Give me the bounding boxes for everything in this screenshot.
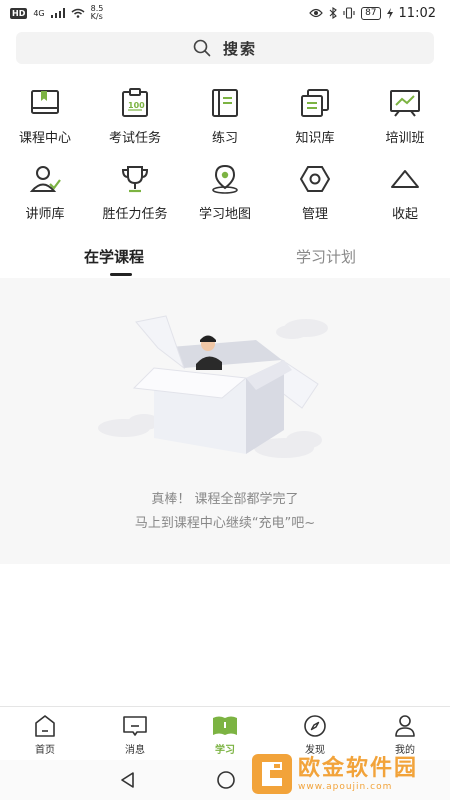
hexagon-nut-icon — [298, 162, 332, 196]
empty-state: 真棒！ 课程全部都学完了 马上到课程中心继续“充电”吧~ — [0, 278, 450, 564]
grid-item-label: 课程中心 — [18, 131, 71, 146]
exam-clipboard-icon: 100 — [118, 86, 152, 120]
tab-learning-plan[interactable]: 学习计划 — [296, 246, 356, 267]
eye-icon — [309, 8, 323, 18]
grid-item-knowledge-base[interactable]: 知识库 — [270, 84, 360, 160]
nav-label: 首页 — [35, 745, 55, 756]
grid-item-training-class[interactable]: 培训班 — [360, 84, 450, 160]
collapse-triangle-icon — [388, 162, 422, 196]
compass-icon — [302, 713, 328, 739]
grid-item-label: 考试任务 — [108, 131, 161, 146]
signal-label: 4G — [33, 8, 45, 18]
net-speed: 8.5 K/s — [91, 5, 104, 21]
cell-signal-icon — [50, 8, 65, 18]
watermark-logo — [252, 754, 292, 794]
hd-badge: HD — [10, 7, 28, 19]
empty-message-line1: 真棒！ 课程全部都学完了 — [151, 492, 299, 507]
grid-item-label: 收起 — [391, 207, 418, 222]
battery-level: 87 — [361, 6, 381, 20]
watermark: 欧金软件园 www.apoujin.com — [250, 748, 450, 800]
study-book-icon — [212, 713, 238, 739]
charging-icon — [386, 7, 393, 19]
status-bar: HD 4G 8.5 K/s 87 11:02 — [0, 0, 450, 26]
grid-item-management[interactable]: 管理 — [270, 160, 360, 228]
back-icon[interactable] — [116, 768, 140, 792]
grid-item-learning-map[interactable]: 学习地图 — [180, 160, 270, 228]
function-grid: 课程中心 100 考试任务 练习 知识库 培训班 讲师库 胜任力任务 学习地图 … — [0, 84, 450, 228]
message-icon — [122, 713, 148, 739]
svg-text:100: 100 — [128, 101, 145, 110]
tab-in-progress-courses[interactable]: 在学课程 — [84, 246, 144, 267]
vibrate-icon — [343, 7, 355, 19]
map-pin-icon — [208, 162, 242, 196]
grid-item-course-center[interactable]: 课程中心 — [0, 84, 90, 160]
practice-notebook-icon — [208, 86, 242, 120]
grid-item-practice[interactable]: 练习 — [180, 84, 270, 160]
tab-indicator — [110, 273, 132, 276]
watermark-title: 欧金软件园 — [298, 756, 419, 781]
trophy-icon — [118, 162, 152, 196]
wifi-icon — [71, 8, 85, 18]
nav-messages[interactable]: 消息 — [90, 707, 180, 760]
search-icon — [193, 39, 211, 57]
grid-item-label: 胜任力任务 — [102, 207, 168, 222]
home-circle-icon[interactable] — [214, 768, 238, 792]
grid-item-lecturer-library[interactable]: 讲师库 — [0, 160, 90, 228]
grid-item-collapse[interactable]: 收起 — [360, 160, 450, 228]
clock: 11:02 — [398, 5, 436, 21]
search-bar[interactable]: 搜索 — [16, 32, 434, 64]
course-tabs: 在学课程 学习计划 — [0, 240, 450, 276]
grid-item-exam-tasks[interactable]: 100 考试任务 — [90, 84, 180, 160]
knowledge-docs-icon — [298, 86, 332, 120]
profile-icon — [392, 713, 418, 739]
lecturer-icon — [28, 162, 62, 196]
grid-item-label: 培训班 — [385, 131, 425, 146]
training-board-icon — [388, 86, 422, 120]
nav-label: 学习 — [215, 745, 235, 756]
nav-home[interactable]: 首页 — [0, 707, 90, 760]
grid-item-label: 知识库 — [295, 131, 335, 146]
grid-item-label: 学习地图 — [198, 207, 251, 222]
empty-box-illustration — [98, 315, 328, 458]
nav-label: 消息 — [125, 745, 145, 756]
book-icon — [28, 86, 62, 120]
home-icon — [32, 713, 58, 739]
empty-message-line2: 马上到课程中心继续“充电”吧~ — [134, 516, 316, 531]
grid-item-competency-tasks[interactable]: 胜任力任务 — [90, 160, 180, 228]
grid-item-label: 讲师库 — [25, 207, 65, 222]
grid-item-label: 管理 — [301, 207, 328, 222]
net-speed-unit: K/s — [90, 12, 103, 21]
grid-item-label: 练习 — [211, 131, 238, 146]
bluetooth-icon — [329, 7, 337, 19]
watermark-url: www.apoujin.com — [298, 782, 393, 792]
search-label: 搜索 — [222, 39, 257, 58]
